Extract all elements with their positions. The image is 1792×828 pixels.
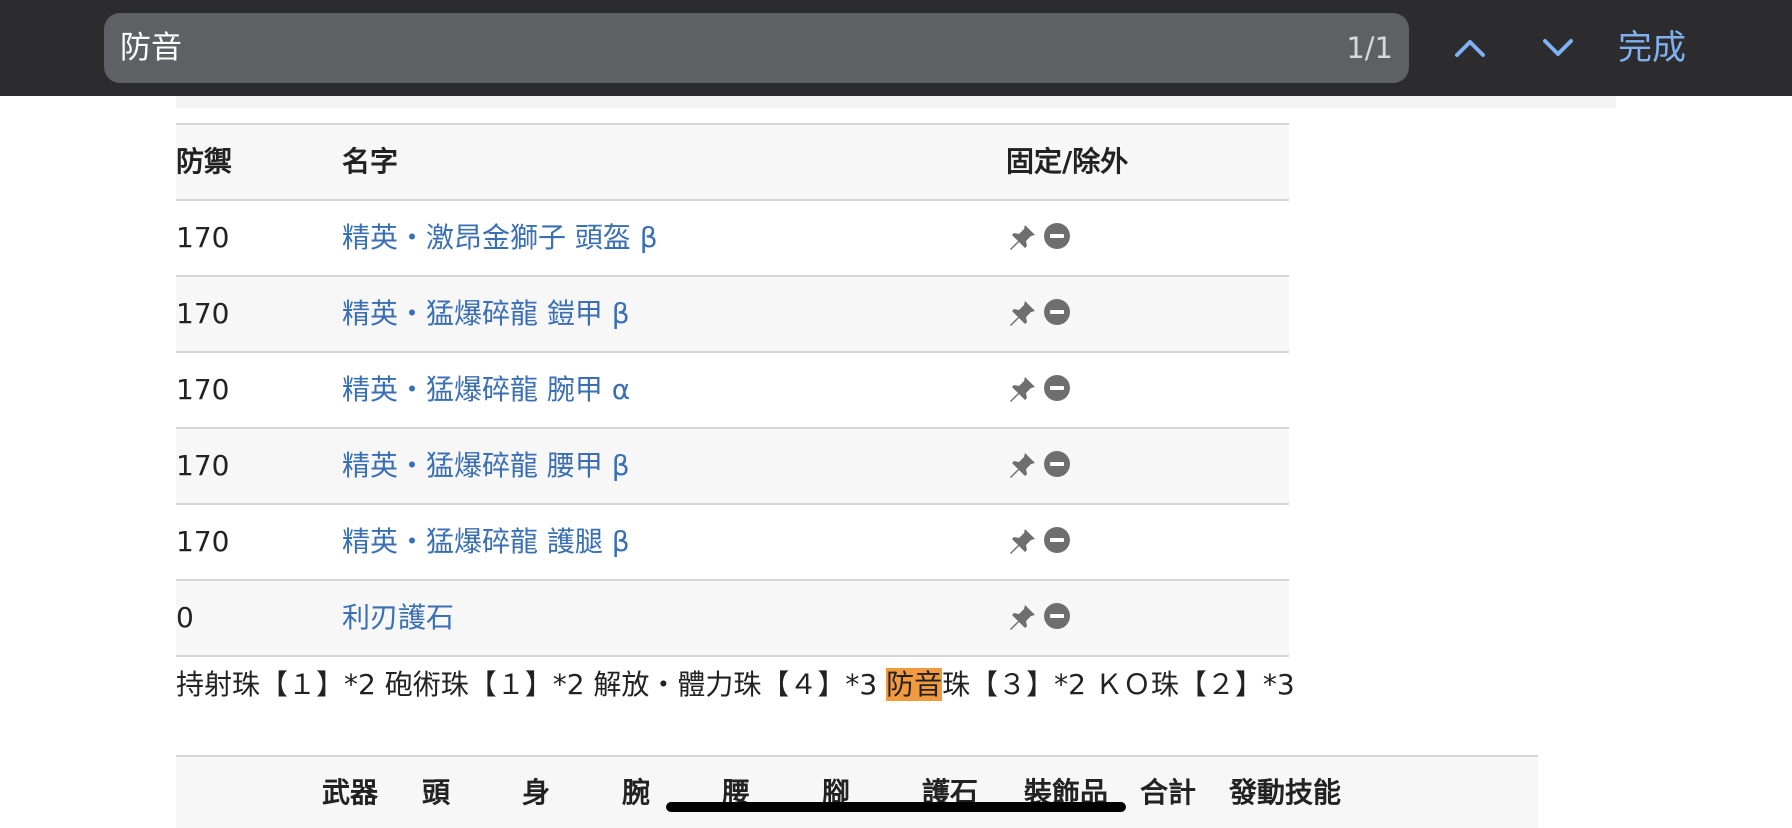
done-button[interactable]: 完成 [1618, 0, 1686, 96]
defense-value: 170 [176, 297, 230, 330]
top-divider-band [176, 96, 1616, 108]
pin-icon[interactable] [1006, 298, 1038, 330]
summary-header-skills: 發動技能 [1229, 776, 1342, 809]
header-name: 名字 [342, 145, 399, 178]
equipment-link[interactable]: 精英・猛爆碎龍 鎧甲 β [342, 277, 630, 351]
find-in-page-bar: 防音 1/1 完成 [0, 0, 1792, 96]
equipment-link[interactable]: 精英・猛爆碎龍 腰甲 β [342, 429, 630, 503]
summary-header-charm: 護石 [922, 776, 979, 809]
equipment-link[interactable]: 利刃護石 [342, 581, 454, 655]
table-row: 170 精英・猛爆碎龍 鎧甲 β [176, 277, 1289, 353]
find-query-text[interactable]: 防音 [120, 13, 182, 83]
equipment-table: 防禦 名字 固定/除外 170 精英・激昂金獅子 頭盔 β 170 精英・猛爆碎… [176, 123, 1289, 657]
row-actions [1006, 277, 1070, 351]
minus-circle-icon[interactable] [1044, 299, 1070, 325]
equipment-link[interactable]: 精英・激昂金獅子 頭盔 β [342, 201, 658, 275]
table-row: 170 精英・激昂金獅子 頭盔 β [176, 201, 1289, 277]
table-row: 170 精英・猛爆碎龍 腰甲 β [176, 429, 1289, 505]
summary-header-arms: 腕 [622, 776, 651, 809]
summary-header-head: 頭 [422, 776, 451, 809]
table-row: 170 精英・猛爆碎龍 腕甲 α [176, 353, 1289, 429]
pin-icon[interactable] [1006, 526, 1038, 558]
defense-value: 170 [176, 449, 230, 482]
defense-value: 170 [176, 525, 230, 558]
header-defense: 防禦 [176, 145, 233, 178]
search-highlight: 防音 [886, 668, 943, 701]
minus-circle-icon[interactable] [1044, 375, 1070, 401]
row-actions [1006, 201, 1070, 275]
equipment-link[interactable]: 精英・猛爆碎龍 腕甲 α [342, 353, 630, 427]
defense-value: 0 [176, 601, 194, 634]
summary-header-decorations: 裝飾品 [1024, 776, 1109, 809]
table-row: 0 利刃護石 [176, 581, 1289, 657]
previous-match-button[interactable] [1442, 20, 1498, 76]
pin-icon[interactable] [1006, 222, 1038, 254]
find-search-field[interactable]: 防音 1/1 [104, 13, 1409, 83]
pin-icon[interactable] [1006, 450, 1038, 482]
row-actions [1006, 505, 1070, 579]
summary-header-body: 身 [522, 776, 551, 809]
page-content: 防禦 名字 固定/除外 170 精英・激昂金獅子 頭盔 β 170 精英・猛爆碎… [0, 96, 1792, 828]
pin-icon[interactable] [1006, 374, 1038, 406]
defense-value: 170 [176, 221, 230, 254]
pin-icon[interactable] [1006, 602, 1038, 634]
header-fix-exclude: 固定/除外 [1006, 145, 1129, 178]
row-actions [1006, 581, 1070, 655]
find-match-count: 1/1 [1346, 31, 1393, 65]
home-indicator [666, 802, 1126, 812]
chevron-down-icon [1543, 39, 1573, 56]
summary-header-legs: 腳 [822, 776, 851, 809]
table-header-row: 防禦 名字 固定/除外 [176, 125, 1289, 201]
decorations-line: 持射珠【１】*2 砲術珠【１】*2 解放・體力珠【４】*3 防音珠【３】*2 Ｋ… [176, 653, 1295, 717]
table-row: 170 精英・猛爆碎龍 護腿 β [176, 505, 1289, 581]
summary-header-waist: 腰 [722, 776, 751, 809]
equipment-link[interactable]: 精英・猛爆碎龍 護腿 β [342, 505, 630, 579]
row-actions [1006, 429, 1070, 503]
defense-value: 170 [176, 373, 230, 406]
minus-circle-icon[interactable] [1044, 223, 1070, 249]
decorations-text-after: 珠【３】*2 ＫＯ珠【２】*3 [942, 668, 1295, 701]
decorations-text-before: 持射珠【１】*2 砲術珠【１】*2 解放・體力珠【４】*3 [176, 668, 887, 701]
summary-header-total: 合計 [1140, 776, 1197, 809]
next-match-button[interactable] [1530, 20, 1586, 76]
minus-circle-icon[interactable] [1044, 527, 1070, 553]
row-actions [1006, 353, 1070, 427]
summary-header-weapon: 武器 [322, 776, 379, 809]
minus-circle-icon[interactable] [1044, 451, 1070, 477]
chevron-up-icon [1455, 40, 1485, 57]
summary-table-header: 武器 頭 身 腕 腰 腳 護石 裝飾品 合計 發動技能 [176, 755, 1538, 828]
minus-circle-icon[interactable] [1044, 603, 1070, 629]
